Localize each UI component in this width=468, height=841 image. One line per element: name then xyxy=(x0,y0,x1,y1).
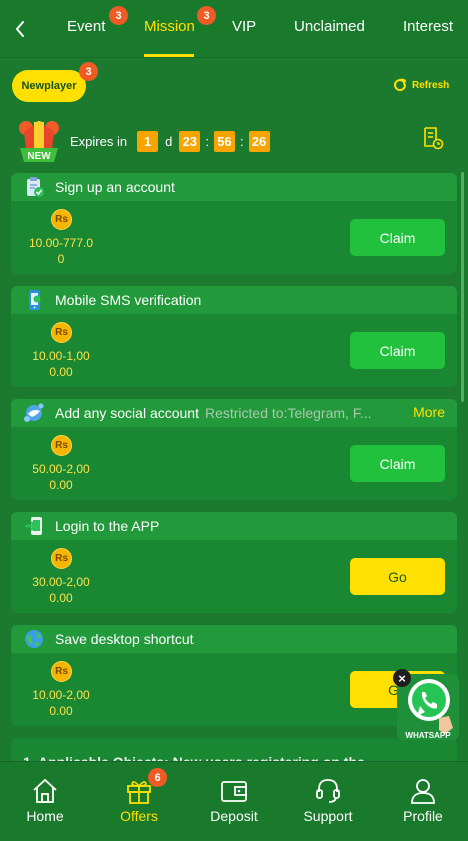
mission-card-social: Add any social account Restricted to:Tel… xyxy=(11,399,457,500)
nav-label: Offers xyxy=(120,808,158,824)
new-gift-bag-icon: NEW xyxy=(19,121,59,162)
nav-label: Profile xyxy=(403,808,443,824)
nav-support[interactable]: Support xyxy=(288,776,368,824)
day-unit: d xyxy=(165,134,173,149)
wallet-icon xyxy=(221,781,247,802)
chevron-left-icon xyxy=(15,21,24,37)
mission-title: Save desktop shortcut xyxy=(55,631,194,647)
reward-range: 10.00-777.0 xyxy=(28,236,94,250)
rupee-coin-icon: Rs xyxy=(51,322,72,343)
rupee-coin-icon: Rs xyxy=(51,435,72,456)
globe-icon xyxy=(25,630,43,648)
expiry-countdown: Expires in 1 d 23 : 56 : 26 xyxy=(70,131,270,152)
mission-card-sms: Mobile SMS verification Rs 10.00-1,00 0.… xyxy=(11,286,457,387)
claim-button[interactable]: Claim xyxy=(350,332,445,369)
close-icon[interactable]: × xyxy=(393,669,411,687)
newplayer-filter-pill[interactable]: Newplayer xyxy=(12,70,86,102)
rupee-coin-icon: Rs xyxy=(51,548,72,569)
reward-range: 30.00-2,00 xyxy=(32,575,90,589)
reward-current: 0.00 xyxy=(49,591,73,605)
hours-box: 23 xyxy=(179,131,201,152)
reward-range: 50.00-2,00 xyxy=(32,462,90,476)
rupee-coin-icon: Rs xyxy=(51,209,72,230)
claim-button[interactable]: Claim xyxy=(350,445,445,482)
minutes-box: 56 xyxy=(213,131,235,152)
mission-card-shortcut: Save desktop shortcut Rs 10.00-2,00 0.00… xyxy=(11,625,457,726)
go-button[interactable]: Go xyxy=(350,558,445,595)
phone-icon xyxy=(29,290,41,310)
bottom-nav: Home Offers 6 Deposit Support Profile xyxy=(0,761,468,841)
tab-mission-badge: 3 xyxy=(197,6,216,25)
rupee-coin-icon: Rs xyxy=(51,661,72,682)
mission-title: Add any social account xyxy=(55,405,199,421)
reward-current: 0 xyxy=(57,252,65,266)
mission-card-signup: Sign up an account Rs 10.00-777.0 0 Clai… xyxy=(11,173,457,274)
days-box: 1 xyxy=(137,131,159,152)
nav-label: Deposit xyxy=(210,808,258,824)
reward-current: 0.00 xyxy=(49,478,73,492)
nav-deposit[interactable]: Deposit xyxy=(194,776,274,824)
claim-button[interactable]: Claim xyxy=(350,219,445,256)
back-button[interactable] xyxy=(10,18,30,40)
tab-interest[interactable]: Interest xyxy=(403,18,453,35)
restriction-text: Restricted to:Telegram, F... xyxy=(204,405,372,421)
whatsapp-label: WHATSAPP xyxy=(405,731,451,740)
offers-badge: 6 xyxy=(148,768,167,787)
nav-label: Home xyxy=(26,808,64,824)
nav-label: Support xyxy=(303,808,353,824)
new-tag: NEW xyxy=(27,151,51,162)
headset-icon xyxy=(316,779,340,803)
newplayer-badge: 3 xyxy=(79,62,98,81)
tab-event[interactable]: Event xyxy=(67,18,105,35)
active-tab-indicator xyxy=(144,54,194,57)
seconds-box: 26 xyxy=(248,131,270,152)
expires-label: Expires in xyxy=(70,134,128,149)
time-separator: : xyxy=(239,134,244,149)
mission-title: Login to the APP xyxy=(55,518,160,534)
reward-current: 0.00 xyxy=(49,704,73,718)
mission-title: Mobile SMS verification xyxy=(55,292,202,308)
tab-unclaimed[interactable]: Unclaimed xyxy=(294,18,365,35)
social-bird-icon xyxy=(24,403,44,422)
reward-range: 10.00-1,00 xyxy=(32,349,90,363)
top-tab-bar: Event 3 Mission 3 VIP Unclaimed Interest xyxy=(0,0,468,58)
clipboard-check-icon xyxy=(27,177,44,197)
tab-mission[interactable]: Mission xyxy=(144,18,195,35)
reward-current: 0.00 xyxy=(49,365,73,379)
user-icon xyxy=(411,779,435,804)
history-document-icon[interactable] xyxy=(421,126,445,150)
mission-title: Sign up an account xyxy=(55,179,175,195)
tab-vip[interactable]: VIP xyxy=(232,18,256,35)
refresh-button[interactable]: Refresh xyxy=(392,77,449,93)
login-icon xyxy=(25,517,42,535)
nav-profile[interactable]: Profile xyxy=(383,776,463,824)
tab-event-badge: 3 xyxy=(109,6,128,25)
nav-offers[interactable]: Offers 6 xyxy=(99,768,179,824)
reward-range: 10.00-2,00 xyxy=(32,688,90,702)
mission-card-login-app: Login to the APP Rs 30.00-2,00 0.00 Go xyxy=(11,512,457,613)
time-separator: : xyxy=(205,134,209,149)
more-link[interactable]: More xyxy=(413,404,445,420)
home-icon xyxy=(33,778,57,803)
nav-home[interactable]: Home xyxy=(5,776,85,824)
refresh-icon xyxy=(394,78,407,92)
refresh-label: Refresh xyxy=(412,79,450,91)
scrollbar[interactable] xyxy=(461,172,464,402)
